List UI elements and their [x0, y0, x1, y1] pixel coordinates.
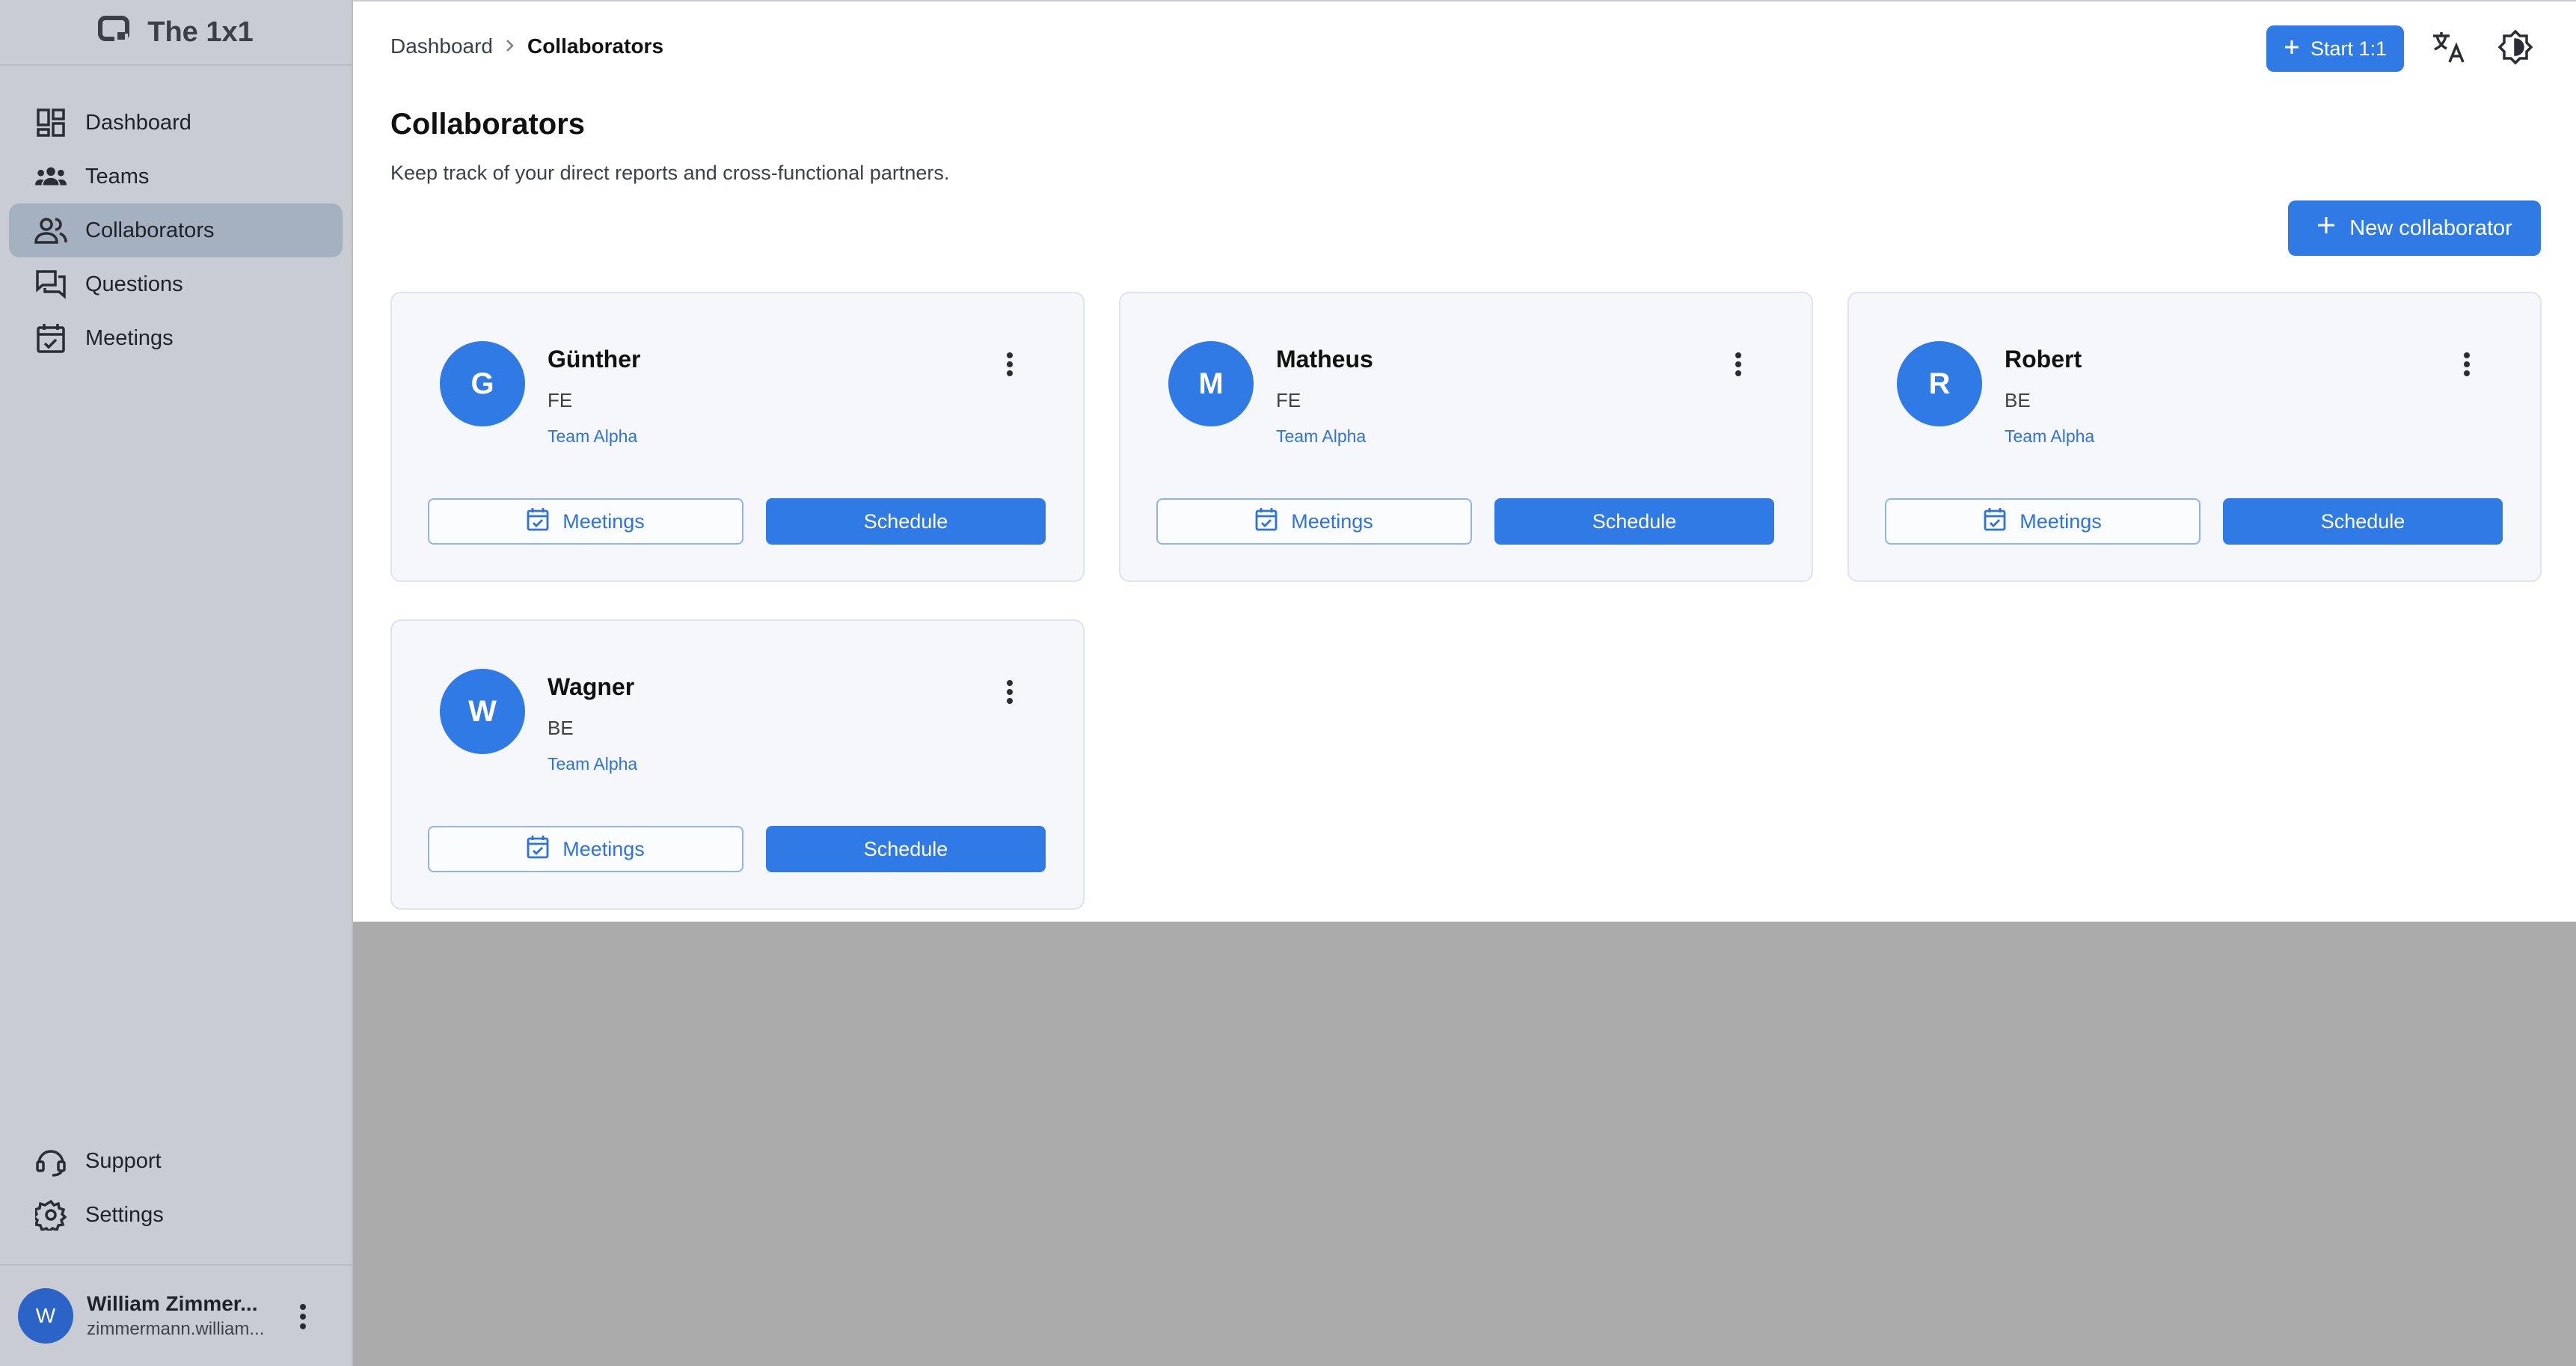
sidebar-item-teams[interactable]: Teams: [9, 150, 343, 203]
collaborator-role: FE: [1276, 389, 1301, 411]
teams-icon: [34, 160, 67, 193]
sidebar-item-label: Meetings: [85, 325, 174, 350]
collaborator-role: BE: [548, 717, 574, 739]
main-content: Dashboard Collaborators Start 1:1 Collab…: [353, 0, 2576, 922]
sidebar: The 1x1 Dashboard Teams Collaborators Qu…: [0, 0, 353, 1366]
avatar: W: [440, 669, 525, 754]
page-title: Collaborators: [390, 108, 586, 141]
collaborator-name: Wagner: [548, 673, 635, 700]
sidebar-nav: Dashboard Teams Collaborators Questions …: [0, 66, 352, 365]
start-label: Start 1:1: [2310, 37, 2388, 60]
collaborator-card: R Robert BE Team Alpha Meetings Schedule: [1847, 292, 2542, 582]
user-email: zimmermann.william...: [87, 1319, 265, 1339]
collaborator-card: M Matheus FE Team Alpha Meetings Schedul…: [1119, 292, 1813, 582]
more-vertical-icon[interactable]: [995, 673, 1025, 711]
collaborator-role: BE: [2005, 389, 2031, 411]
sidebar-item-label: Support: [85, 1148, 162, 1173]
more-vertical-icon[interactable]: [995, 346, 1025, 383]
calendar-icon: [527, 835, 549, 864]
collaborator-team[interactable]: Team Alpha: [548, 754, 637, 774]
brightness-icon: [2497, 29, 2533, 69]
collaborator-team[interactable]: Team Alpha: [548, 426, 637, 447]
meetings-button[interactable]: Meetings: [428, 498, 743, 545]
sidebar-item-collaborators[interactable]: Collaborators: [9, 203, 343, 257]
brand[interactable]: The 1x1: [0, 0, 352, 66]
calendar-icon: [34, 322, 67, 355]
support-icon: [34, 1145, 67, 1177]
user-profile[interactable]: W William Zimmer... zimmermann.william..…: [0, 1264, 352, 1366]
logo-icon: [98, 15, 131, 49]
top-actions: Start 1:1: [2266, 25, 2539, 72]
chevron-right-icon: [505, 34, 515, 58]
calendar-icon: [1984, 507, 2006, 536]
sidebar-item-settings[interactable]: Settings: [9, 1188, 343, 1242]
plus-icon: [2284, 37, 2300, 61]
theme-toggle-button[interactable]: [2492, 25, 2539, 72]
avatar: G: [440, 341, 525, 426]
plus-icon: [2316, 215, 2336, 241]
meetings-button[interactable]: Meetings: [1885, 498, 2201, 545]
translate-button[interactable]: [2425, 25, 2471, 72]
collaborator-role: FE: [548, 389, 573, 411]
collaborator-team[interactable]: Team Alpha: [2005, 426, 2094, 447]
more-vertical-icon[interactable]: [1723, 346, 1753, 383]
dashboard-icon: [34, 106, 67, 139]
new-collaborator-label: New collaborator: [2349, 215, 2512, 240]
new-collaborator-button[interactable]: New collaborator: [2288, 200, 2541, 256]
schedule-button[interactable]: Schedule: [766, 826, 1046, 872]
app-name: The 1x1: [147, 16, 254, 48]
meetings-label: Meetings: [1291, 509, 1373, 533]
meetings-button[interactable]: Meetings: [1156, 498, 1472, 545]
sidebar-item-questions[interactable]: Questions: [9, 257, 343, 311]
app-window: The 1x1 Dashboard Teams Collaborators Qu…: [0, 0, 2576, 1366]
meetings-label: Meetings: [2020, 509, 2102, 533]
breadcrumb-dashboard[interactable]: Dashboard: [390, 34, 493, 58]
collaborator-card: W Wagner BE Team Alpha Meetings Schedule: [390, 619, 1085, 910]
calendar-icon: [527, 507, 549, 536]
collaborator-name: Robert: [2005, 346, 2082, 373]
calendar-icon: [1255, 507, 1278, 536]
more-vertical-icon[interactable]: [290, 1299, 316, 1335]
collaborator-card: G Günther FE Team Alpha Meetings Schedul…: [390, 292, 1085, 582]
sidebar-item-label: Questions: [85, 272, 183, 296]
sidebar-item-dashboard[interactable]: Dashboard: [9, 96, 343, 150]
collaborator-team[interactable]: Team Alpha: [1276, 426, 1366, 447]
user-info: William Zimmer... zimmermann.william...: [87, 1292, 266, 1340]
avatar: M: [1168, 341, 1254, 426]
translate-icon: [2430, 29, 2466, 69]
questions-icon: [34, 268, 67, 301]
sidebar-item-label: Settings: [85, 1202, 164, 1227]
sidebar-item-support[interactable]: Support: [9, 1134, 343, 1188]
meetings-label: Meetings: [562, 509, 645, 533]
collaborators-icon: [34, 214, 67, 247]
sidebar-item-meetings[interactable]: Meetings: [9, 311, 343, 365]
schedule-button[interactable]: Schedule: [1494, 498, 1774, 545]
page-subtitle: Keep track of your direct reports and cr…: [390, 162, 950, 184]
gear-icon: [34, 1198, 67, 1231]
start-one-on-one-button[interactable]: Start 1:1: [2266, 25, 2404, 72]
schedule-button[interactable]: Schedule: [2223, 498, 2503, 545]
meetings-label: Meetings: [562, 837, 645, 860]
breadcrumb: Dashboard Collaborators: [390, 34, 663, 58]
user-name: William Zimmer...: [87, 1292, 258, 1315]
meetings-button[interactable]: Meetings: [428, 826, 743, 872]
collaborator-name: Matheus: [1276, 346, 1373, 373]
sidebar-bottom-nav: Support Settings: [0, 1134, 352, 1242]
collaborator-name: Günther: [548, 346, 641, 373]
avatar: W: [18, 1288, 73, 1344]
breadcrumb-current: Collaborators: [527, 34, 664, 58]
avatar: R: [1897, 341, 1982, 426]
sidebar-item-label: Dashboard: [85, 110, 191, 135]
schedule-button[interactable]: Schedule: [766, 498, 1046, 545]
sidebar-item-label: Collaborators: [85, 218, 215, 242]
more-vertical-icon[interactable]: [2452, 346, 2482, 383]
sidebar-item-label: Teams: [85, 164, 150, 189]
